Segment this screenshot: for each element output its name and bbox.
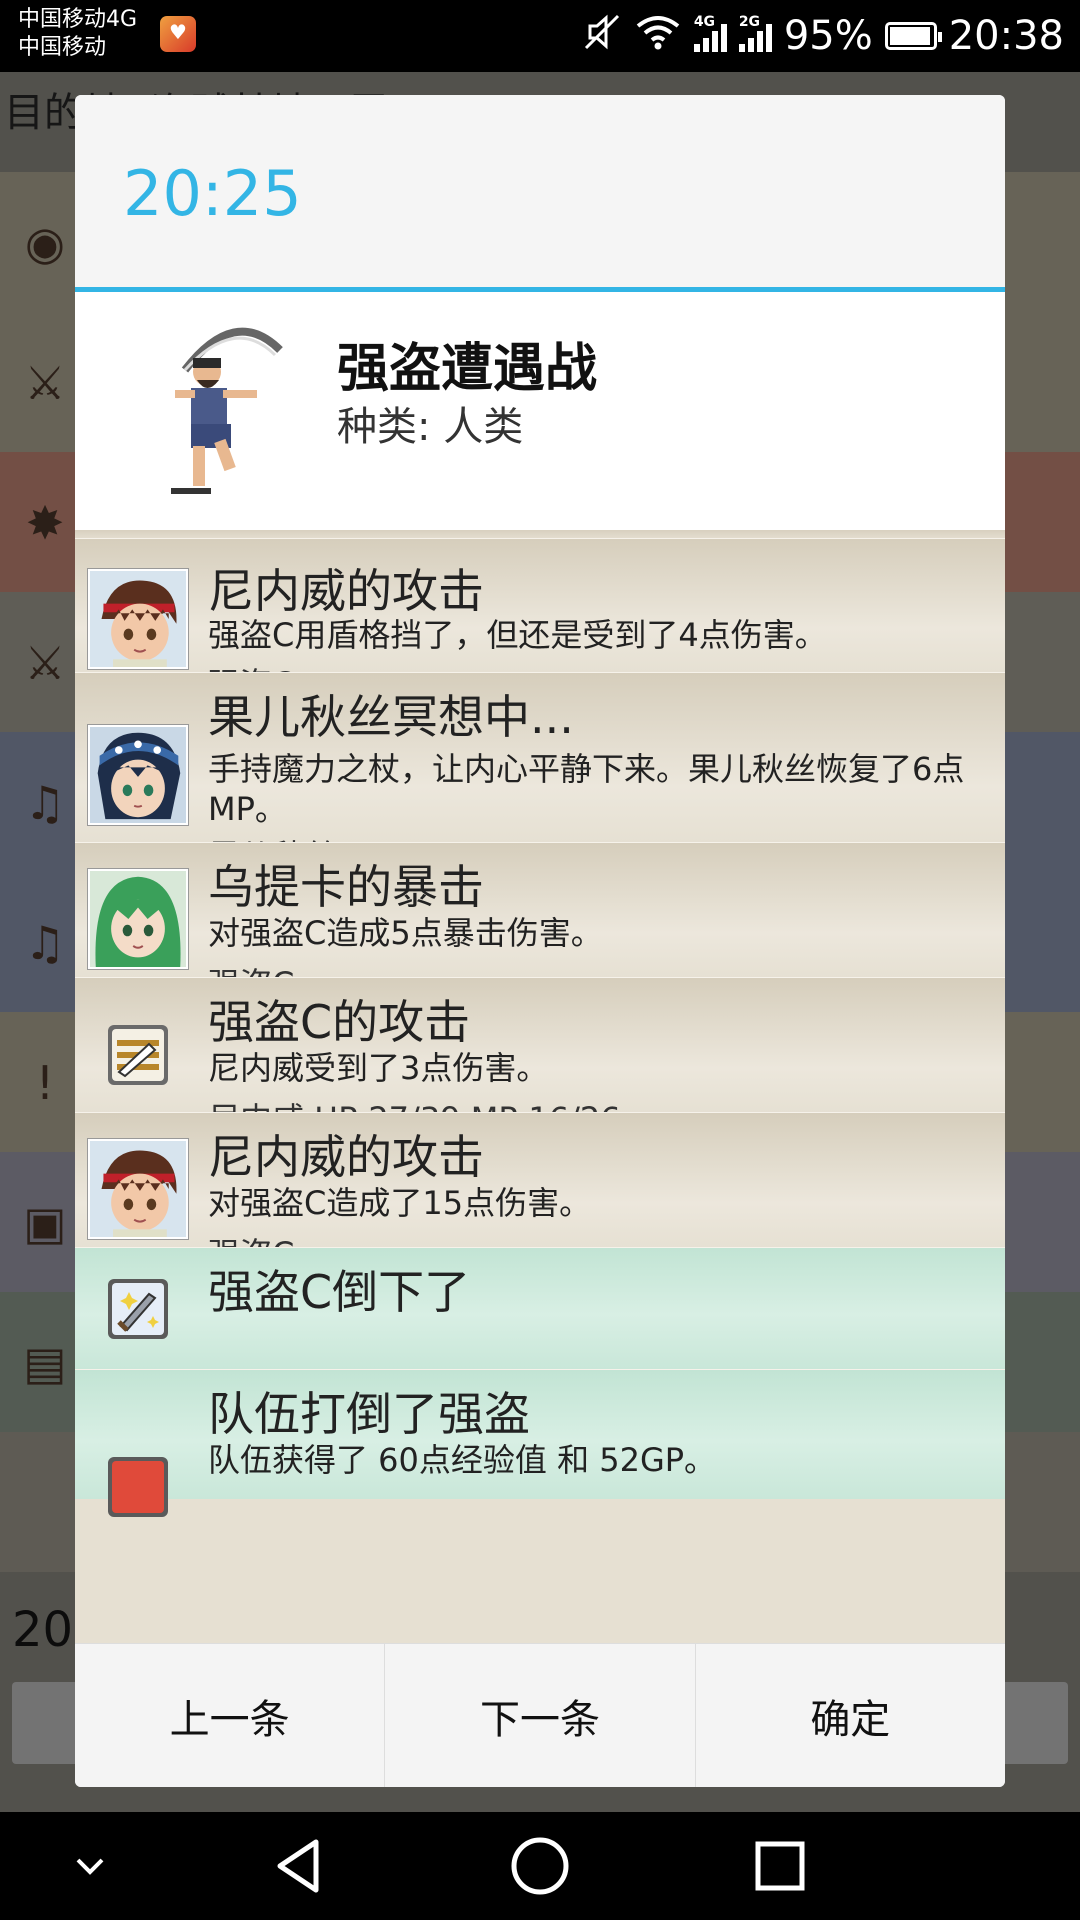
sword-sparkle-icon	[105, 1276, 171, 1342]
status-clock: 20:38	[948, 13, 1064, 59]
recents-square-icon[interactable]	[748, 1834, 812, 1898]
carrier-line-2: 中国移动	[18, 35, 107, 60]
navigation-bar	[0, 1812, 1080, 1920]
dialog-button-bar: 上一条 下一条 确定	[75, 1643, 1005, 1787]
wifi-icon	[634, 12, 682, 60]
carrier-info: 中国移动4G 中国移动	[18, 6, 137, 62]
status-indicators: 4G 2G 95% 20:38	[582, 0, 1064, 72]
battle-log-list[interactable]: 尼内威的攻击 强盗C用盾格挡了，但还是受到了4点伤害。 强盗C 果儿秋丝冥想中.…	[75, 530, 1005, 1643]
status-bar: 中国移动4G 中国移动 4G 2G 95% 20:38	[0, 0, 1080, 72]
dialog-title: 20:25	[123, 157, 302, 230]
signal-4g-icon: 4G	[693, 14, 727, 52]
log-entry-description: 对强盗C造成5点暴击伤害。	[208, 914, 603, 952]
ninewei-portrait-icon	[88, 569, 188, 669]
mute-icon	[582, 12, 622, 60]
next-button[interactable]: 下一条	[385, 1644, 696, 1787]
ninewei-portrait-icon	[88, 1139, 188, 1239]
chevron-down-icon[interactable]	[58, 1834, 122, 1898]
reward-icon	[105, 1454, 171, 1520]
previous-button[interactable]: 上一条	[75, 1644, 386, 1787]
log-entry-title: 尼内威的攻击	[208, 1130, 484, 1184]
battle-log-dialog: 20:25 强盗遭遇战 种类: 人类 尼内威的攻击 强盗C用盾格挡了，但还是受到…	[75, 95, 1005, 1787]
log-entry-title: 强盗C的攻击	[208, 995, 471, 1049]
home-circle-icon[interactable]	[508, 1834, 572, 1898]
enemy-card: 强盗遭遇战 种类: 人类	[75, 292, 1005, 530]
enemy-type: 种类: 人类	[337, 404, 524, 450]
log-entry-description: 队伍获得了 60点经验值 和 52GP。	[208, 1441, 717, 1479]
log-entry-description: 手持魔力之杖，让内心平静下来。果儿秋丝恢复了6点MP。	[208, 750, 965, 828]
battery-icon	[884, 22, 942, 50]
log-entry-description: 对强盗C造成了15点伤害。	[208, 1184, 592, 1222]
signal-2g-label: 2G	[738, 14, 761, 30]
log-entry-title: 队伍打倒了强盗	[208, 1387, 530, 1441]
log-entry[interactable]: 强盗C倒下了	[75, 1247, 1005, 1369]
back-triangle-icon[interactable]	[268, 1834, 332, 1898]
guoerqiusi-portrait-icon	[88, 725, 188, 825]
carrier-line-1: 中国移动4G	[18, 7, 138, 32]
bandit-portrait	[115, 310, 315, 510]
log-entry-description: 强盗C用盾格挡了，但还是受到了4点伤害。	[208, 616, 827, 654]
log-entry-description: 尼内威受到了3点伤害。	[208, 1049, 549, 1087]
attack-skill-icon	[105, 1022, 171, 1088]
wutika-portrait-icon	[88, 869, 188, 969]
dialog-header: 20:25	[75, 95, 1005, 289]
battery-percent: 95%	[783, 13, 873, 59]
signal-2g-icon: 2G	[738, 14, 772, 52]
log-entry-title: 果儿秋丝冥想中...	[208, 690, 574, 744]
enemy-name: 强盗遭遇战	[337, 339, 598, 399]
log-entry-title: 乌提卡的暴击	[208, 860, 484, 914]
health-app-icon	[160, 16, 196, 52]
signal-4g-label: 4G	[693, 14, 716, 30]
log-entry-title: 尼内威的攻击	[208, 564, 484, 618]
log-entry-title: 强盗C倒下了	[208, 1265, 471, 1319]
log-entry[interactable]: 队伍打倒了强盗 队伍获得了 60点经验值 和 52GP。	[75, 1369, 1005, 1517]
ok-button[interactable]: 确定	[696, 1644, 1005, 1787]
